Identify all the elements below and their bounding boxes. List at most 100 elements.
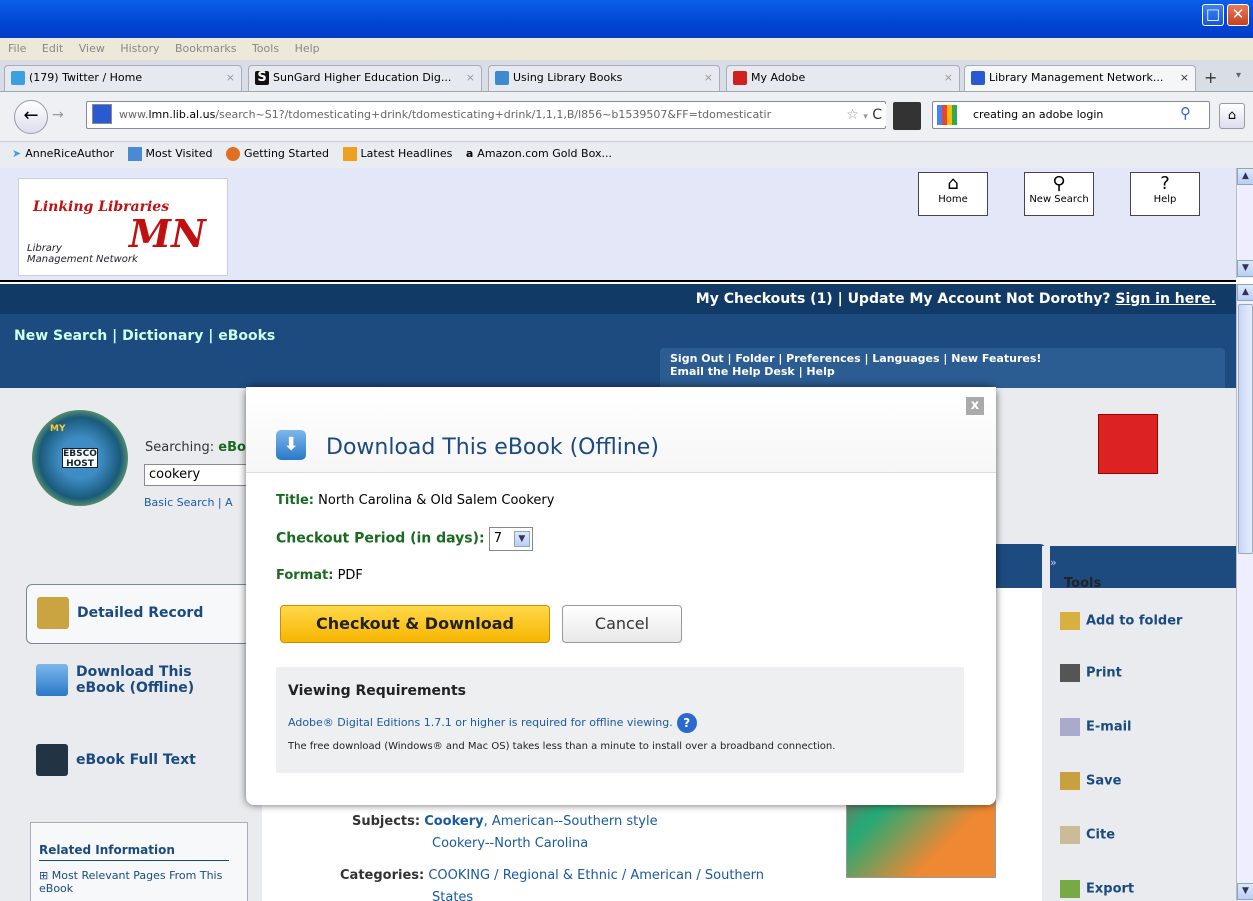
- url-bar[interactable]: www.lmn.lib.al.us/search~S1?/tdomesticat…: [86, 101, 886, 129]
- chevron-down-icon: ▼: [513, 531, 530, 547]
- google-search-engine-icon[interactable]: [937, 105, 957, 125]
- bookmark-anne-rice[interactable]: AnneRiceAuthor: [25, 147, 114, 160]
- tab-lmn[interactable]: Library Management Network... ×: [964, 65, 1196, 91]
- magnifier-icon: ⚲: [1052, 173, 1066, 194]
- search-magnifier-icon[interactable]: ⚲: [1180, 104, 1191, 122]
- tab-library-books[interactable]: Using Library Books ×: [488, 65, 720, 91]
- requirements-heading: Viewing Requirements: [288, 683, 467, 699]
- dialog-close-button[interactable]: x: [966, 397, 984, 415]
- tab-my-adobe[interactable]: My Adobe ×: [726, 65, 960, 91]
- menu-history[interactable]: History: [120, 38, 159, 60]
- checkout-download-button[interactable]: Checkout & Download: [280, 605, 550, 643]
- checkout-period-select[interactable]: 7 ▼: [488, 527, 533, 551]
- menu-bookmarks[interactable]: Bookmarks: [175, 38, 236, 60]
- tab-sungard[interactable]: S SunGard Higher Education Dig... ×: [248, 65, 482, 91]
- basic-search-link[interactable]: Basic Search | A: [144, 496, 233, 509]
- scroll-up-icon[interactable]: ▲: [1237, 284, 1253, 301]
- utility-links-2[interactable]: Email the Help Desk | Help: [670, 365, 1215, 378]
- tool-export[interactable]: Export: [1060, 880, 1134, 898]
- searching-value: eBo: [218, 440, 246, 455]
- account-links[interactable]: My Checkouts (1) | Update My Account Not…: [696, 291, 1111, 307]
- maximize-button[interactable]: □: [1202, 4, 1224, 26]
- printer-icon: [1060, 664, 1080, 682]
- expand-icon[interactable]: »: [1050, 556, 1057, 569]
- tool-save[interactable]: Save: [1060, 772, 1121, 790]
- tool-email[interactable]: E-mail: [1060, 718, 1132, 736]
- left-column: Detailed Record Download This eBook (Off…: [0, 546, 262, 901]
- bookmark-latest-headlines[interactable]: Latest Headlines: [361, 147, 453, 160]
- page-scrollbar[interactable]: ▲ ▼: [1236, 284, 1253, 901]
- tool-print[interactable]: Print: [1060, 664, 1122, 682]
- related-info-item[interactable]: ⊞ Most Relevant Pages From This eBook: [39, 869, 229, 895]
- tool-label: E-mail: [1086, 719, 1132, 735]
- url-domain: lmn.lib.al.us: [148, 108, 216, 121]
- scroll-up-icon[interactable]: ▲: [1237, 168, 1253, 185]
- subjects-rest[interactable]: , American--Southern style: [484, 814, 658, 829]
- sign-in-link[interactable]: Sign in here.: [1115, 291, 1216, 307]
- categories-link[interactable]: COOKING / Regional & Ethnic / American /…: [428, 868, 764, 883]
- bookmark-amazon[interactable]: Amazon.com Gold Box...: [477, 147, 612, 160]
- download-ebook-label: Download This eBook (Offline): [76, 664, 195, 696]
- adobe-digital-editions-link[interactable]: Adobe® Digital Editions 1.7.1 or higher …: [288, 716, 673, 729]
- scroll-down-icon[interactable]: ▼: [1237, 260, 1253, 277]
- subjects-label: Subjects:: [352, 814, 421, 829]
- ebook-full-text-link[interactable]: eBook Full Text: [26, 744, 262, 804]
- close-tab-icon[interactable]: ×: [944, 66, 953, 90]
- menu-edit[interactable]: Edit: [42, 38, 63, 60]
- search-input[interactable]: creating an adobe login: [932, 101, 1210, 129]
- ebsco-search-input[interactable]: cookery: [144, 464, 248, 486]
- close-tab-icon[interactable]: ×: [226, 66, 235, 90]
- download-arrow-icon: ⬇: [276, 430, 306, 460]
- searching-label: Searching:: [145, 440, 215, 455]
- reload-icon[interactable]: C: [872, 107, 882, 123]
- menu-view[interactable]: View: [79, 38, 105, 60]
- categories-link-2[interactable]: States: [432, 890, 473, 901]
- feed-icon[interactable]: [893, 102, 921, 130]
- cancel-button[interactable]: Cancel: [562, 605, 682, 643]
- related-info-link: Most Relevant Pages From This eBook: [39, 869, 223, 895]
- tab-twitter[interactable]: (179) Twitter / Home ×: [4, 65, 242, 91]
- close-tab-icon[interactable]: ×: [704, 66, 713, 90]
- save-icon: [1060, 772, 1080, 790]
- menu-file[interactable]: File: [8, 38, 26, 60]
- related-info-box: Related Information ⊞ Most Relevant Page…: [30, 822, 248, 901]
- forward-icon[interactable]: →: [52, 107, 64, 123]
- home-icon[interactable]: ⌂: [1219, 103, 1245, 129]
- lmn-home-button[interactable]: ⌂ Home: [918, 172, 988, 216]
- home-label: Home: [938, 194, 968, 205]
- bookmark-getting-started[interactable]: Getting Started: [244, 147, 329, 160]
- menu-help[interactable]: Help: [295, 38, 320, 60]
- close-window-button[interactable]: ✕: [1227, 4, 1249, 26]
- tool-cite[interactable]: Cite: [1060, 826, 1115, 844]
- tool-add-to-folder[interactable]: Add to folder: [1060, 612, 1182, 630]
- scroll-down-icon[interactable]: ▼: [1237, 883, 1253, 900]
- rss-icon: [342, 147, 357, 161]
- firefox-icon: [225, 147, 240, 161]
- subjects-link-2[interactable]: Cookery--North Carolina: [432, 836, 588, 851]
- tab-list-icon[interactable]: ▾: [1236, 70, 1241, 81]
- utility-links[interactable]: Sign Out | Folder | Preferences | Langua…: [670, 352, 1215, 365]
- bookmark-most-visited[interactable]: Most Visited: [146, 147, 213, 160]
- bookmark-star-icon[interactable]: ☆: [846, 107, 859, 123]
- tool-label: Save: [1086, 773, 1122, 789]
- site-identity-icon[interactable]: [92, 104, 112, 124]
- logo-my: MY: [50, 424, 66, 434]
- lmn-new-search-button[interactable]: ⚲ New Search: [1024, 172, 1094, 216]
- help-question-icon[interactable]: ?: [676, 713, 697, 733]
- back-icon[interactable]: ←: [14, 100, 48, 134]
- detailed-record-link[interactable]: Detailed Record: [26, 584, 262, 644]
- close-tab-icon[interactable]: ×: [1180, 66, 1189, 90]
- ebsco-host-logo: EBSCO HOST MY: [32, 410, 128, 506]
- scroll-thumb[interactable]: [1238, 304, 1253, 554]
- ebsco-nav[interactable]: New Search | Dictionary | eBooks: [14, 328, 275, 344]
- new-tab-icon[interactable]: +: [1204, 68, 1217, 87]
- close-tab-icon[interactable]: ×: [466, 66, 475, 90]
- title-label: Title:: [276, 493, 315, 508]
- subjects-link[interactable]: Cookery: [424, 814, 483, 829]
- url-dropdown-icon[interactable]: ▾: [863, 112, 868, 122]
- menu-tools[interactable]: Tools: [252, 38, 279, 60]
- lmn-help-button[interactable]: ? Help: [1130, 172, 1200, 216]
- download-ebook-link[interactable]: Download This eBook (Offline): [26, 664, 262, 724]
- record-icon: [37, 597, 69, 629]
- frame-scrollbar[interactable]: ▲ ▼: [1236, 168, 1253, 278]
